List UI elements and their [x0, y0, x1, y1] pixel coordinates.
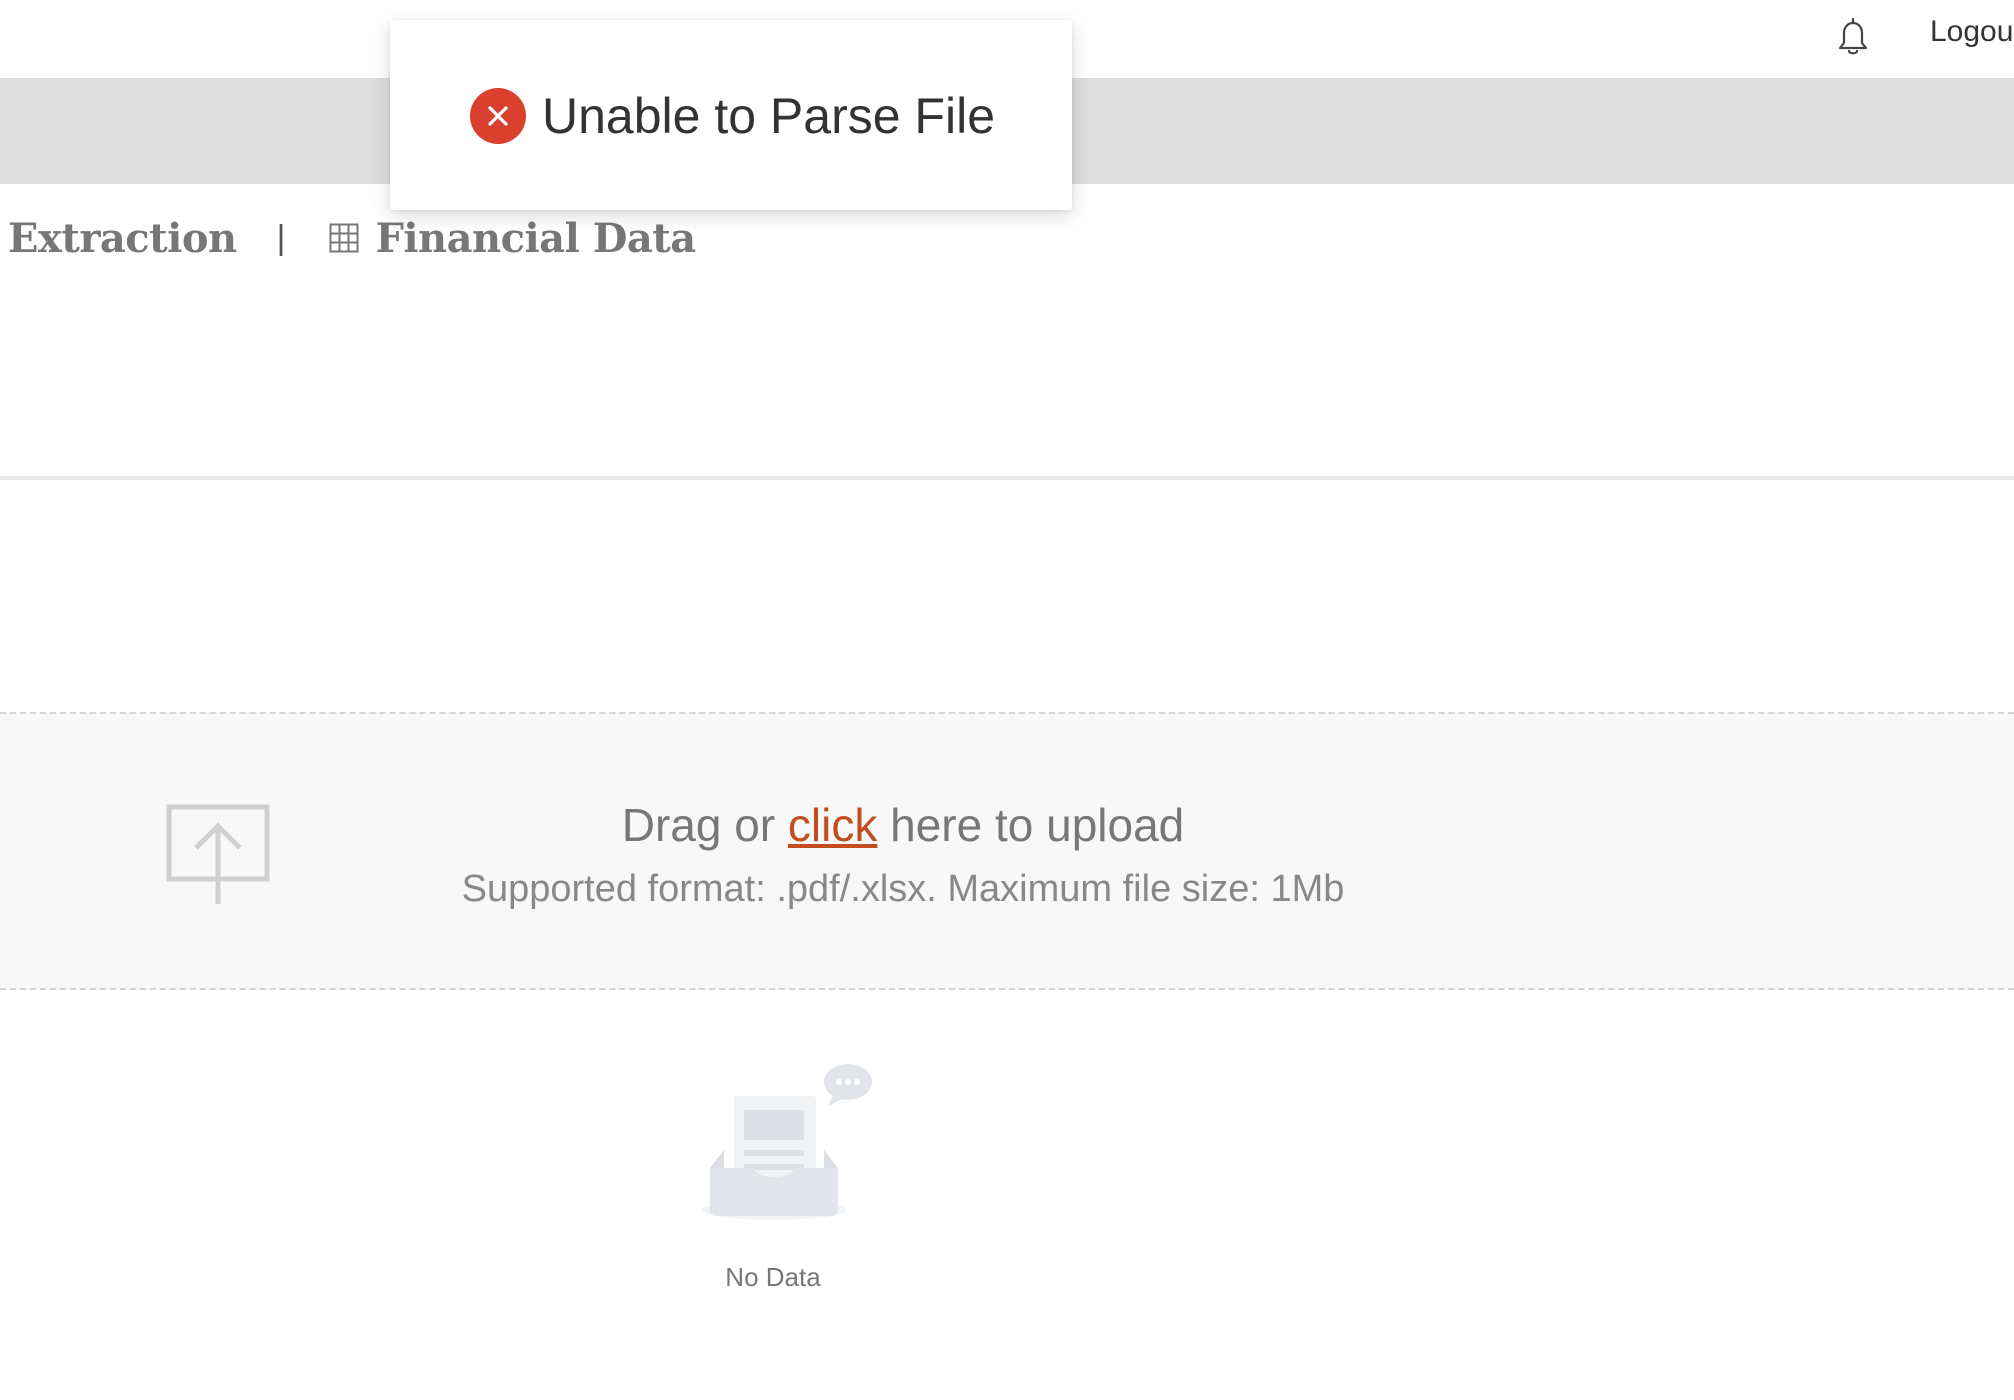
- tab-financial-data-label: Financial Data: [375, 214, 696, 262]
- tab-financial-data[interactable]: Financial Data: [329, 214, 696, 262]
- upload-format-hint: Supported format: .pdf/.xlsx. Maximum fi…: [461, 868, 1345, 910]
- no-data-label: No Data: [725, 1262, 821, 1292]
- table-icon: [329, 223, 359, 253]
- empty-inbox-icon: [702, 1064, 872, 1220]
- page: Logou Extraction | Financial Data Drag o…: [0, 0, 2014, 1400]
- upload-suffix: here to upload: [877, 799, 1185, 851]
- breadcrumb-separator: |: [276, 218, 286, 257]
- logout-link[interactable]: Logou: [1930, 10, 2013, 54]
- upload-click-link[interactable]: click: [788, 799, 877, 851]
- breadcrumb: Extraction | Financial Data: [8, 208, 696, 268]
- error-circle-icon: [470, 88, 526, 144]
- upload-prefix: Drag or: [621, 799, 788, 851]
- toast-message: Unable to Parse File: [542, 88, 996, 144]
- error-toast: Unable to Parse File: [390, 20, 1072, 210]
- section-divider: [0, 476, 2014, 480]
- upload-instruction: Drag or click here to upload: [0, 798, 1806, 852]
- tab-extraction[interactable]: Extraction: [8, 215, 237, 262]
- bell-icon[interactable]: [1831, 14, 1875, 58]
- upload-dropzone[interactable]: Drag or click here to upload Supported f…: [0, 712, 2014, 990]
